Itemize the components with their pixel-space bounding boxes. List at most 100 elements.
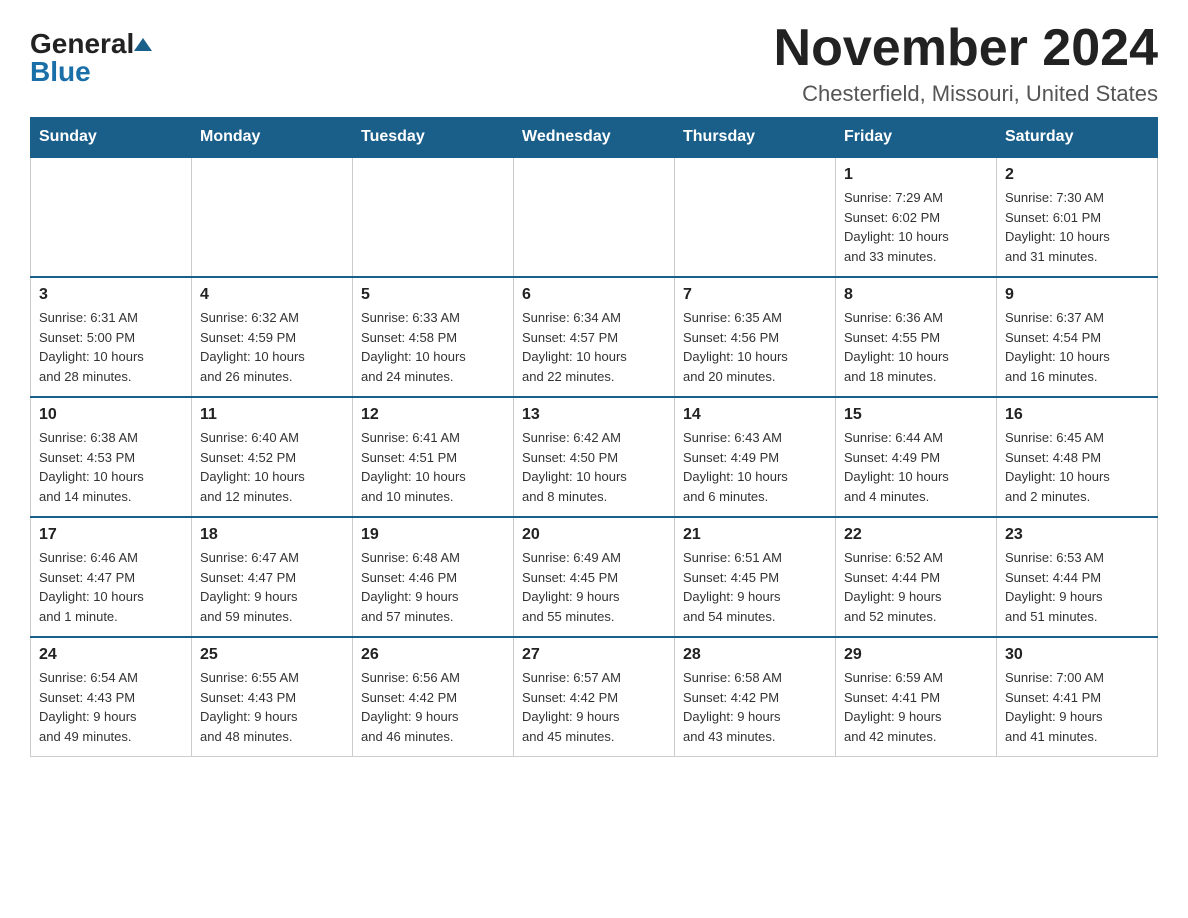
weekday-header-friday: Friday [836,118,997,158]
calendar-week-row: 17Sunrise: 6:46 AMSunset: 4:47 PMDayligh… [31,517,1158,637]
calendar-week-row: 24 Sunrise: 6:54 AMSunset: 4:43 PMDayligh… [31,637,1158,757]
day-number: 22 [844,526,988,544]
day-number: 4 [200,286,344,304]
calendar-title: November 2024 [774,20,1158,77]
calendar-cell: 12 Sunrise: 6:41 AMSunset: 4:51 PMDayligh… [353,397,514,517]
day-info: Sunrise: 6:55 AMSunset: 4:43 PMDaylight:… [200,668,344,746]
day-number: 9 [1005,286,1149,304]
calendar-cell: 10 Sunrise: 6:38 AMSunset: 4:53 PMDayligh… [31,397,192,517]
calendar-cell [353,157,514,277]
calendar-cell: 7 Sunrise: 6:35 AMSunset: 4:56 PMDaylight… [675,277,836,397]
title-block: November 2024 Chesterfield, Missouri, Un… [774,20,1158,107]
calendar-cell: 8Sunrise: 6:36 AMSunset: 4:55 PMDaylight… [836,277,997,397]
day-info: Sunrise: 6:41 AMSunset: 4:51 PMDaylight:… [361,428,505,506]
day-number: 18 [200,526,344,544]
calendar-cell: 29 Sunrise: 6:59 AMSunset: 4:41 PMDayligh… [836,637,997,757]
weekday-header-wednesday: Wednesday [514,118,675,158]
calendar-table: SundayMondayTuesdayWednesdayThursdayFrid… [30,117,1158,757]
calendar-cell: 26 Sunrise: 6:56 AMSunset: 4:42 PMDayligh… [353,637,514,757]
calendar-cell: 14 Sunrise: 6:43 AMSunset: 4:49 PMDayligh… [675,397,836,517]
day-info: Sunrise: 6:54 AMSunset: 4:43 PMDaylight:… [39,668,183,746]
day-info: Sunrise: 6:57 AMSunset: 4:42 PMDaylight:… [522,668,666,746]
logo-triangle-icon [134,38,152,51]
day-number: 30 [1005,646,1149,664]
day-number: 23 [1005,526,1149,544]
weekday-header-thursday: Thursday [675,118,836,158]
calendar-cell: 6 Sunrise: 6:34 AMSunset: 4:57 PMDaylight… [514,277,675,397]
calendar-cell: 23 Sunrise: 6:53 AMSunset: 4:44 PMDayligh… [997,517,1158,637]
day-number: 15 [844,406,988,424]
calendar-cell: 28 Sunrise: 6:58 AMSunset: 4:42 PMDayligh… [675,637,836,757]
day-number: 8 [844,286,988,304]
day-info: Sunrise: 7:30 AMSunset: 6:01 PMDaylight:… [1005,188,1149,266]
day-info: Sunrise: 6:35 AMSunset: 4:56 PMDaylight:… [683,308,827,386]
day-number: 3 [39,286,183,304]
calendar-cell: 3 Sunrise: 6:31 AMSunset: 5:00 PMDaylight… [31,277,192,397]
day-info: Sunrise: 6:56 AMSunset: 4:42 PMDaylight:… [361,668,505,746]
day-number: 27 [522,646,666,664]
day-info: Sunrise: 6:53 AMSunset: 4:44 PMDaylight:… [1005,548,1149,626]
day-number: 21 [683,526,827,544]
day-info: Sunrise: 6:48 AMSunset: 4:46 PMDaylight:… [361,548,505,626]
day-info: Sunrise: 6:34 AMSunset: 4:57 PMDaylight:… [522,308,666,386]
page-header: General Blue November 2024 Chesterfield,… [30,20,1158,107]
calendar-week-row: 1 Sunrise: 7:29 AMSunset: 6:02 PMDaylight… [31,157,1158,277]
day-info: Sunrise: 6:59 AMSunset: 4:41 PMDaylight:… [844,668,988,746]
weekday-header-monday: Monday [192,118,353,158]
day-number: 6 [522,286,666,304]
weekday-header-saturday: Saturday [997,118,1158,158]
calendar-cell: 19Sunrise: 6:48 AMSunset: 4:46 PMDayligh… [353,517,514,637]
day-info: Sunrise: 6:58 AMSunset: 4:42 PMDaylight:… [683,668,827,746]
day-info: Sunrise: 6:32 AMSunset: 4:59 PMDaylight:… [200,308,344,386]
calendar-cell: 27 Sunrise: 6:57 AMSunset: 4:42 PMDayligh… [514,637,675,757]
day-info: Sunrise: 6:51 AMSunset: 4:45 PMDaylight:… [683,548,827,626]
calendar-cell: 16 Sunrise: 6:45 AMSunset: 4:48 PMDayligh… [997,397,1158,517]
calendar-cell: 17Sunrise: 6:46 AMSunset: 4:47 PMDayligh… [31,517,192,637]
day-number: 25 [200,646,344,664]
day-info: Sunrise: 6:37 AMSunset: 4:54 PMDaylight:… [1005,308,1149,386]
day-info: Sunrise: 6:45 AMSunset: 4:48 PMDaylight:… [1005,428,1149,506]
calendar-cell: 25 Sunrise: 6:55 AMSunset: 4:43 PMDayligh… [192,637,353,757]
calendar-subtitle: Chesterfield, Missouri, United States [774,81,1158,107]
calendar-week-row: 10 Sunrise: 6:38 AMSunset: 4:53 PMDayligh… [31,397,1158,517]
day-info: Sunrise: 6:42 AMSunset: 4:50 PMDaylight:… [522,428,666,506]
weekday-header-row: SundayMondayTuesdayWednesdayThursdayFrid… [31,118,1158,158]
calendar-cell: 15 Sunrise: 6:44 AMSunset: 4:49 PMDayligh… [836,397,997,517]
day-info: Sunrise: 7:29 AMSunset: 6:02 PMDaylight:… [844,188,988,266]
day-number: 10 [39,406,183,424]
calendar-cell: 30Sunrise: 7:00 AMSunset: 4:41 PMDayligh… [997,637,1158,757]
calendar-cell: 4 Sunrise: 6:32 AMSunset: 4:59 PMDaylight… [192,277,353,397]
day-number: 17 [39,526,183,544]
calendar-cell [675,157,836,277]
logo-general-text: General [30,30,134,58]
day-info: Sunrise: 6:43 AMSunset: 4:49 PMDaylight:… [683,428,827,506]
day-number: 26 [361,646,505,664]
logo: General Blue [30,30,152,86]
day-number: 13 [522,406,666,424]
day-number: 16 [1005,406,1149,424]
weekday-header-sunday: Sunday [31,118,192,158]
calendar-cell: 13 Sunrise: 6:42 AMSunset: 4:50 PMDayligh… [514,397,675,517]
calendar-cell: 2Sunrise: 7:30 AMSunset: 6:01 PMDaylight… [997,157,1158,277]
day-number: 29 [844,646,988,664]
day-number: 14 [683,406,827,424]
calendar-cell: 22Sunrise: 6:52 AMSunset: 4:44 PMDayligh… [836,517,997,637]
calendar-body: 1 Sunrise: 7:29 AMSunset: 6:02 PMDaylight… [31,157,1158,757]
day-info: Sunrise: 6:47 AMSunset: 4:47 PMDaylight:… [200,548,344,626]
day-info: Sunrise: 6:31 AMSunset: 5:00 PMDaylight:… [39,308,183,386]
day-number: 28 [683,646,827,664]
day-number: 7 [683,286,827,304]
calendar-cell: 18 Sunrise: 6:47 AMSunset: 4:47 PMDayligh… [192,517,353,637]
calendar-cell [31,157,192,277]
day-number: 24 [39,646,183,664]
day-info: Sunrise: 6:33 AMSunset: 4:58 PMDaylight:… [361,308,505,386]
calendar-header: SundayMondayTuesdayWednesdayThursdayFrid… [31,118,1158,158]
day-info: Sunrise: 6:49 AMSunset: 4:45 PMDaylight:… [522,548,666,626]
day-info: Sunrise: 6:44 AMSunset: 4:49 PMDaylight:… [844,428,988,506]
day-info: Sunrise: 6:38 AMSunset: 4:53 PMDaylight:… [39,428,183,506]
day-number: 20 [522,526,666,544]
day-number: 1 [844,166,988,184]
calendar-cell: 21 Sunrise: 6:51 AMSunset: 4:45 PMDayligh… [675,517,836,637]
day-number: 12 [361,406,505,424]
logo-blue-text: Blue [30,56,91,87]
